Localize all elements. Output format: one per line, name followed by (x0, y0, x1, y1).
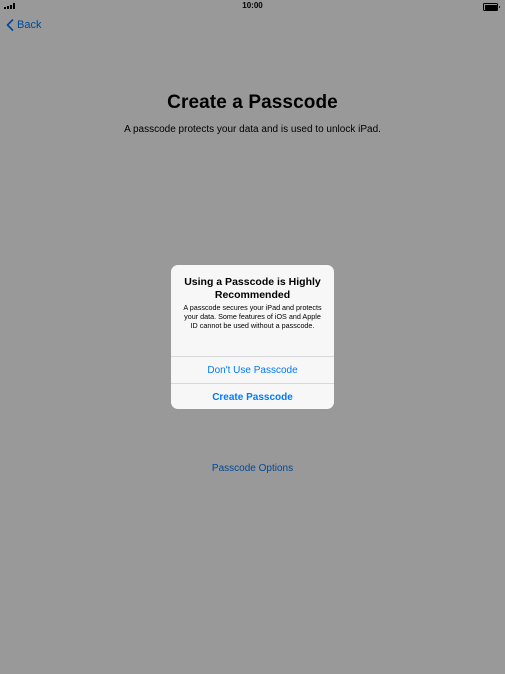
alert-title: Using a Passcode is Highly Recommended (184, 276, 321, 301)
create-passcode-button[interactable]: Create Passcode (171, 383, 334, 409)
alert-body: Using a Passcode is Highly Recommended A… (171, 265, 334, 356)
alert-message: A passcode secures your iPad and protect… (183, 303, 322, 330)
dont-use-passcode-button[interactable]: Don't Use Passcode (171, 356, 334, 383)
passcode-alert-dialog: Using a Passcode is Highly Recommended A… (171, 265, 334, 409)
ipad-setup-screen: 10:00 Back Create a Passcode A passcode … (0, 0, 505, 674)
